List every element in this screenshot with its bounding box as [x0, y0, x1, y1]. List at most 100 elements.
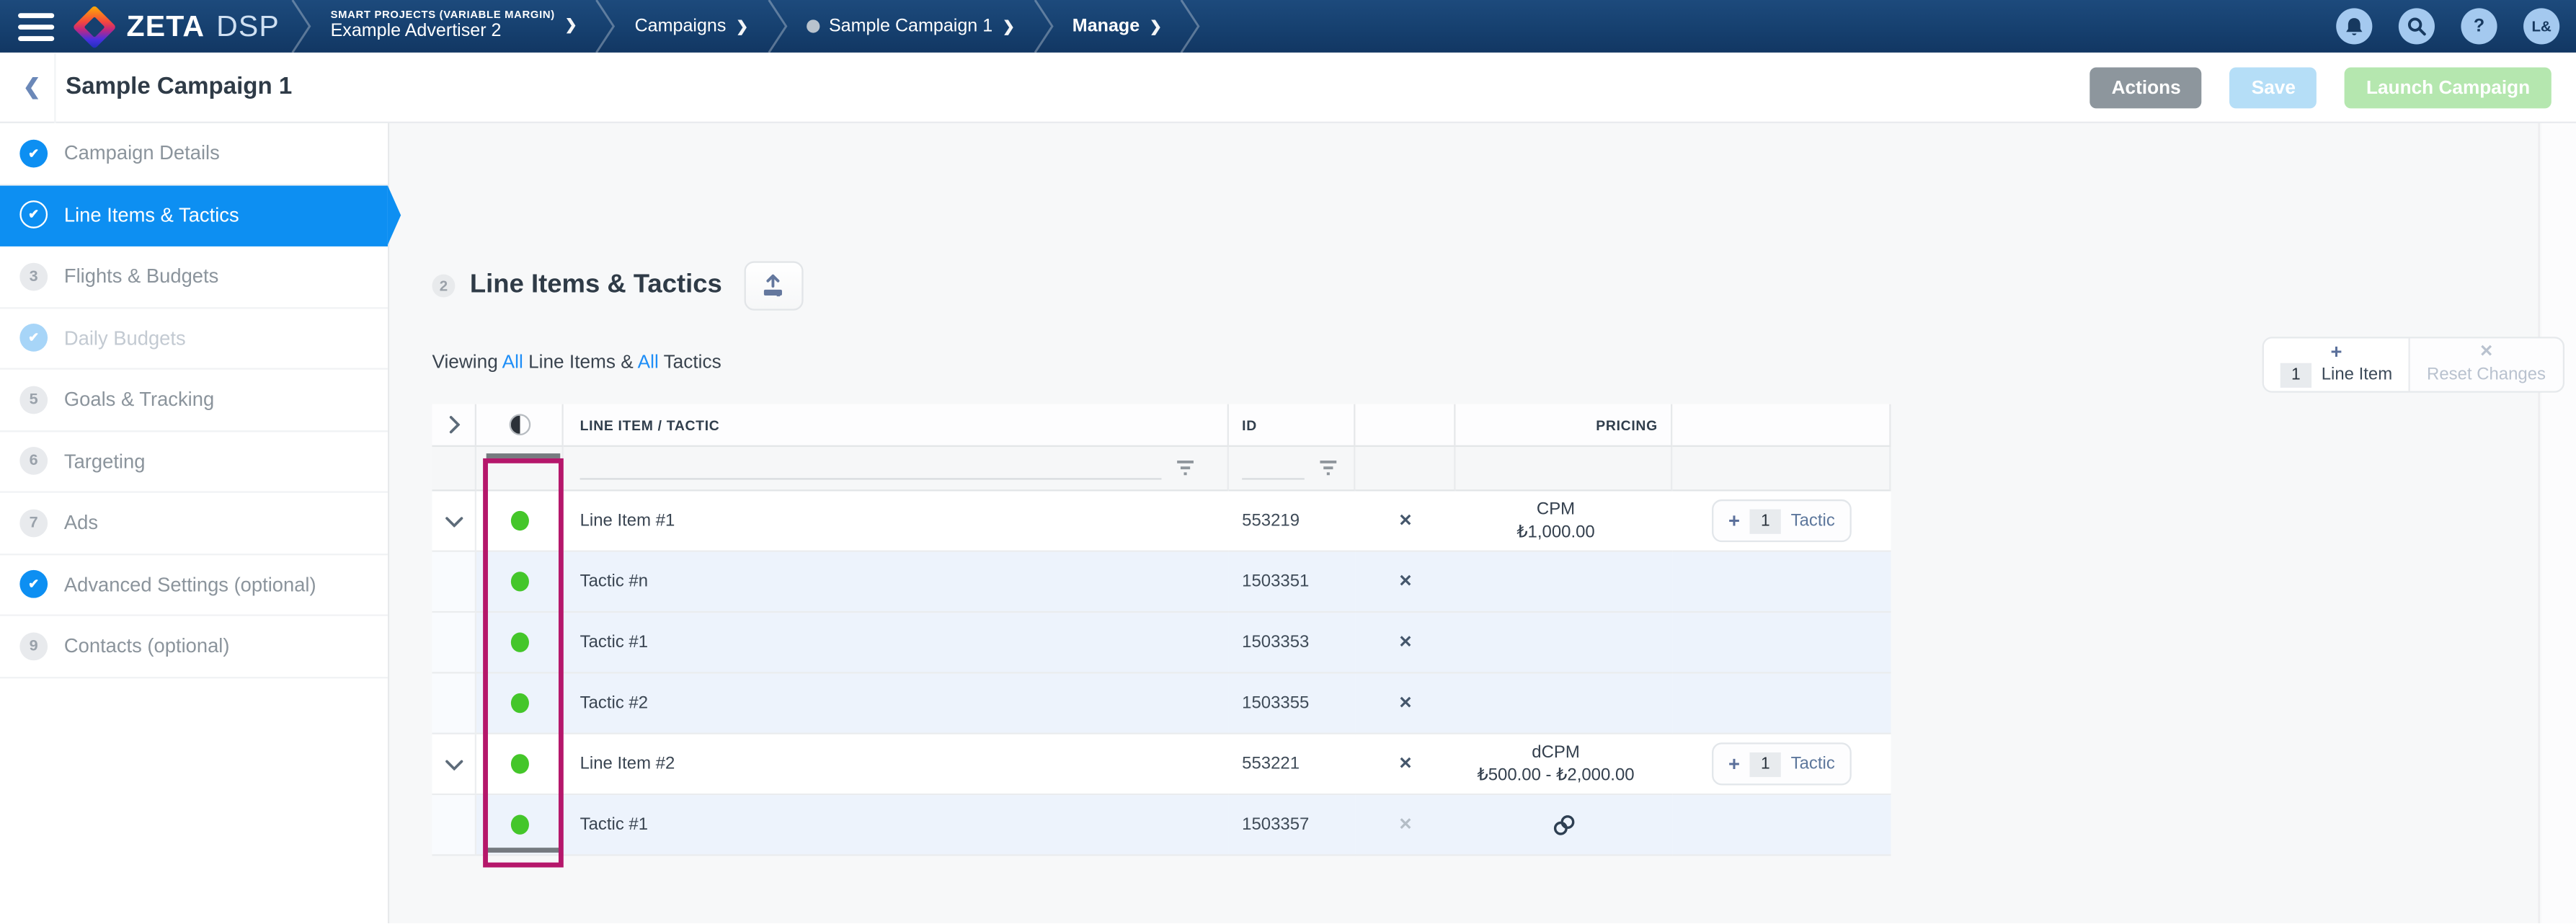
step-number: 7 [19, 509, 48, 537]
chevron-right-icon: ❯ [736, 17, 748, 35]
add-tactic-button[interactable]: +1Tactic [1712, 742, 1851, 785]
filter-pricing-cell [1455, 447, 1672, 492]
tactic-button-cell: +1Tactic [1672, 734, 1891, 795]
hamburger-menu-icon[interactable] [18, 12, 54, 40]
row-expand-cell [432, 613, 476, 673]
sidebar-item-contacts-optional[interactable]: 9Contacts (optional) [0, 616, 388, 678]
step-check-icon: ✔ [19, 139, 48, 167]
section-heading-row: 2 Line Items & Tactics [432, 261, 802, 310]
link-icon [1553, 814, 1576, 835]
breadcrumb-advertiser[interactable]: SMART PROJECTS (VARIABLE MARGIN) Example… [314, 10, 594, 43]
sidebar-item-goals-tracking[interactable]: 5 Goals & Tracking [0, 370, 388, 431]
delete-cell: ✕ [1355, 795, 1455, 856]
linked-tactic-button[interactable] [1553, 814, 1576, 835]
filter-status-cell [476, 447, 564, 492]
step-number: 5 [19, 386, 48, 414]
step-number: 6 [19, 448, 48, 476]
sidebar-item-label: Advanced Settings (optional) [64, 573, 316, 596]
table-body: Line Item #1553219✕CPM₺1,000.00+1TacticT… [432, 492, 1891, 856]
sidebar-item-ads[interactable]: 7Ads [0, 493, 388, 554]
zeta-dsp-logo: ZETA DSP [76, 9, 280, 44]
sidebar-item-label: Targeting [64, 450, 146, 473]
breadcrumb-separator-icon [291, 0, 313, 53]
line-items-table: LINE ITEM / TACTIC ID PRICING [432, 404, 1891, 856]
help-button[interactable]: ? [2461, 8, 2497, 44]
filter-tactic-cell [1672, 447, 1891, 492]
step-check-icon: ✔ [19, 201, 48, 229]
collapse-all-toggle[interactable] [432, 404, 476, 447]
tactic-button-cell [1672, 795, 1891, 856]
step-number-badge: 2 [432, 275, 455, 298]
zeta-diamond-icon [72, 4, 116, 48]
tactic-button-cell: +1Tactic [1672, 492, 1891, 552]
row-expand-toggle[interactable] [432, 734, 476, 795]
sidebar-item-campaign-details[interactable]: ✔ Campaign Details [0, 123, 388, 185]
tactic-row-1503357: Tactic #11503357✕ [432, 795, 1891, 856]
delete-row-button[interactable]: ✕ [1398, 816, 1412, 834]
sidebar-item-targeting[interactable]: 6 Targeting [0, 431, 388, 492]
delete-row-button[interactable]: ✕ [1398, 572, 1412, 590]
tactic-count-input[interactable]: 1 [1750, 508, 1781, 533]
actions-button[interactable]: Actions [2090, 67, 2202, 108]
sidebar-item-label: Goals & Tracking [64, 388, 214, 411]
save-button[interactable]: Save [2230, 67, 2317, 108]
line-item-count-input[interactable]: 1 [2280, 363, 2311, 387]
table-controls: + 1 Line Item ✕ Reset Changes [2262, 337, 2564, 392]
add-tactic-button[interactable]: +1Tactic [1712, 499, 1851, 542]
right-gutter [2541, 123, 2576, 923]
delete-row-button[interactable]: ✕ [1398, 755, 1412, 773]
table-filter-row [432, 447, 1891, 492]
viewing-suffix: Tactics [659, 353, 721, 373]
breadcrumb-campaigns[interactable]: Campaigns ❯ [618, 17, 765, 36]
sidebar-item-line-items-tactics[interactable]: ✔ Line Items & Tactics [0, 185, 388, 246]
sidebar-item-label: Campaign Details [64, 142, 220, 165]
upload-button[interactable] [743, 261, 802, 310]
tactic-button-label: Tactic [1791, 511, 1835, 530]
row-expand-cell [432, 795, 476, 856]
tactic-count-input[interactable]: 1 [1750, 752, 1781, 776]
delete-row-button[interactable]: ✕ [1398, 512, 1412, 530]
all-line-items-link[interactable]: All [502, 353, 523, 373]
search-button[interactable] [2399, 8, 2435, 44]
pricing-type: CPM [1537, 497, 1575, 520]
all-tactics-link[interactable]: All [638, 353, 659, 373]
status-dot-green [511, 633, 529, 652]
topbar-icon-group: ? L& [2336, 8, 2559, 44]
name-filter-input[interactable] [580, 457, 1162, 480]
content-area: ✔ Campaign Details ✔ Line Items & Tactics 3F… [0, 123, 2576, 923]
tactic-column-header [1672, 404, 1891, 447]
tactic-name: Tactic #1 [564, 795, 1229, 856]
sidebar-item-flights-budgets[interactable]: 3Flights & Budgets [0, 246, 388, 308]
breadcrumb-manage[interactable]: Manage ❯ [1056, 17, 1178, 36]
delete-row-button[interactable]: ✕ [1398, 694, 1412, 712]
app-window: ZETA DSP SMART PROJECTS (VARIABLE MARGIN… [0, 0, 2576, 924]
launch-campaign-button[interactable]: Launch Campaign [2345, 67, 2551, 108]
reset-changes-button[interactable]: ✕ Reset Changes [2410, 339, 2562, 391]
status-cell [476, 734, 564, 795]
status-cell [476, 674, 564, 734]
notifications-button[interactable] [2336, 8, 2372, 44]
breadcrumb-campaign[interactable]: Sample Campaign 1 ❯ [789, 17, 1031, 36]
sidebar-item-label: Line Items & Tactics [64, 203, 239, 226]
sidebar-item-daily-budgets[interactable]: ✔Daily Budgets [0, 308, 388, 369]
chevron-right-icon [448, 416, 459, 434]
add-line-item-button[interactable]: + 1 Line Item [2264, 339, 2410, 391]
user-avatar[interactable]: L& [2523, 8, 2559, 44]
page-title: Sample Campaign 1 [66, 74, 292, 100]
delete-row-button[interactable]: ✕ [1398, 634, 1412, 652]
close-icon: ✕ [2479, 343, 2493, 363]
plus-icon: + [2330, 341, 2342, 360]
back-button[interactable]: ❮ [23, 74, 41, 100]
tactic-name: Tactic #n [564, 552, 1229, 613]
row-expand-cell [432, 674, 476, 734]
tactic-name: Tactic #2 [564, 674, 1229, 734]
filter-icon[interactable] [1319, 460, 1337, 476]
filter-icon[interactable] [1176, 460, 1194, 476]
sidebar-item-advanced-settings-optional[interactable]: ✔Advanced Settings (optional) [0, 554, 388, 616]
delete-cell: ✕ [1355, 674, 1455, 734]
row-expand-toggle[interactable] [432, 492, 476, 552]
id-filter-input[interactable] [1242, 457, 1305, 480]
sidebar-item-label: Contacts (optional) [64, 634, 230, 657]
filter-id-cell [1229, 447, 1356, 492]
pricing-value: ₺500.00 - ₺2,000.00 [1477, 764, 1634, 787]
